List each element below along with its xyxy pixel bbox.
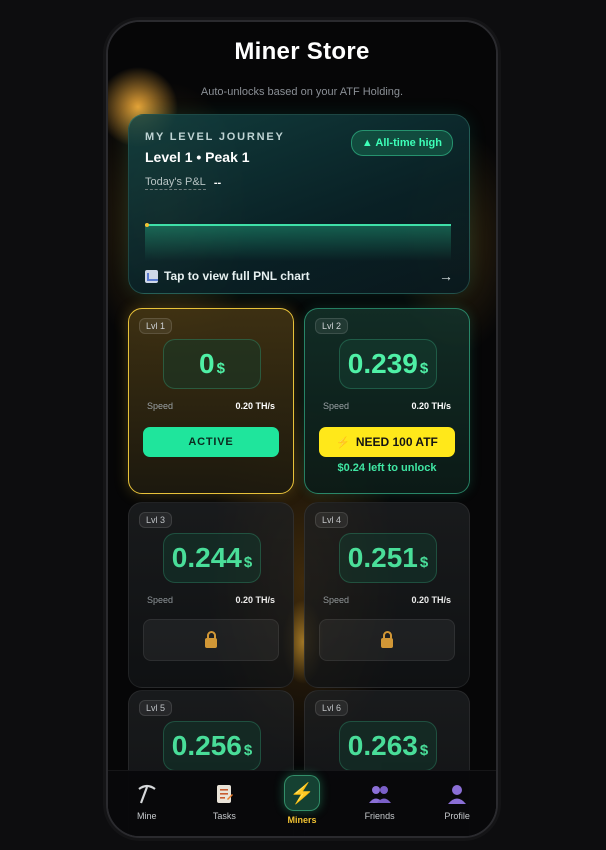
tasks-icon [211,781,237,807]
bolt-icon: ⚡ [283,775,320,811]
speed-row: Speed 0.20 TH/s [147,401,275,411]
currency-symbol: $ [243,554,253,571]
value-number: 0 [199,348,215,379]
miner-card-lvl-3[interactable]: Lvl 3 0.244 $ Speed 0.20 TH/s [128,502,294,688]
lock-icon [205,631,217,648]
arrow-right-icon: → [439,268,453,284]
level-tag: Lvl 4 [315,512,349,528]
miner-card-lvl-1[interactable]: Lvl 1 0 $ Speed 0.20 TH/s ACTIVE [128,308,294,494]
lock-icon [381,631,393,648]
locked-button[interactable] [143,619,279,661]
speed-label: Speed [323,595,350,605]
miner-card-lvl-4[interactable]: Lvl 4 0.251 $ Speed 0.20 TH/s [304,502,470,688]
nav-item-tasks[interactable]: Tasks [194,781,254,821]
page-subtitle: Auto-unlocks based on your ATF Holding. [200,86,404,98]
level-tag: Lvl 3 [139,512,173,528]
level-tag: Lvl 6 [315,700,349,716]
nav-item-friends[interactable]: Friends [350,781,410,821]
need-atf-button[interactable]: ⚡ NEED 100 ATF [319,427,455,457]
pnl-label: Today's P&L [145,176,206,190]
miner-value: 0.263 $ [339,721,437,771]
phone-frame: Miner Store Auto-unlocks based on your A… [106,20,498,838]
currency-symbol: $ [243,742,253,759]
pickaxe-icon [134,781,160,807]
value-number: 0.239 [347,348,418,379]
unlock-remaining-text: $0.24 left to unlock [337,462,437,474]
chart-icon [145,269,158,283]
miner-value: 0 $ [163,339,261,389]
journey-level: Level 1 • Peak 1 [145,149,250,165]
nav-label: Miners [287,815,317,825]
speed-value: 0.20 TH/s [411,595,451,605]
bolt-icon: ⚡ [336,436,350,449]
value-number: 0.251 [347,542,418,573]
miner-value: 0.239 $ [339,339,437,389]
nav-label: Profile [444,811,470,821]
speed-row: Speed 0.20 TH/s [323,401,451,411]
nav-label: Friends [364,811,395,821]
speed-label: Speed [147,595,174,605]
level-journey-card[interactable]: MY LEVEL JOURNEY Level 1 • Peak 1 ▲ All-… [128,114,470,294]
miner-card-lvl-2[interactable]: Lvl 2 0.239 $ Speed 0.20 TH/s ⚡ NEED 100… [304,308,470,494]
speed-row: Speed 0.20 TH/s [323,595,451,605]
speed-value: 0.20 TH/s [411,401,451,411]
value-number: 0.256 [171,730,242,761]
level-tag: Lvl 1 [139,318,173,334]
friends-icon [367,781,393,807]
pnl-value: -- [213,177,222,189]
speed-label: Speed [323,401,350,411]
speed-value: 0.20 TH/s [235,401,275,411]
speed-label: Speed [147,401,174,411]
all-time-high-badge: ▲ All-time high [350,130,453,156]
nav-label: Mine [137,811,157,821]
currency-symbol: $ [419,742,429,759]
level-tag: Lvl 5 [139,700,173,716]
journey-label: MY LEVEL JOURNEY [145,131,285,143]
value-number: 0.263 [347,730,418,761]
speed-value: 0.20 TH/s [235,595,275,605]
miner-value: 0.251 $ [339,533,437,583]
nav-label: Tasks [212,811,236,821]
active-button[interactable]: ACTIVE [143,427,279,457]
view-pnl-chart-link[interactable]: Tap to view full PNL chart → [145,267,453,285]
nav-item-profile[interactable]: Profile [427,781,487,821]
currency-symbol: $ [419,360,429,377]
locked-button[interactable] [319,619,455,661]
nav-item-miners[interactable]: ⚡ Miners [272,775,332,825]
bottom-nav: Mine Tasks ⚡ Miners Friends Profile [108,770,496,836]
pnl-sparkline [145,223,451,261]
nav-item-mine[interactable]: Mine [117,781,177,821]
value-number: 0.244 [171,542,242,573]
page-title: Miner Store [234,38,370,65]
need-atf-label: NEED 100 ATF [355,435,438,449]
view-pnl-label: Tap to view full PNL chart [164,269,310,283]
speed-row: Speed 0.20 TH/s [147,595,275,605]
profile-icon [444,781,470,807]
currency-symbol: $ [419,554,429,571]
miner-value: 0.244 $ [163,533,261,583]
miner-value: 0.256 $ [163,721,261,771]
level-tag: Lvl 2 [315,318,349,334]
currency-symbol: $ [216,360,225,377]
pnl-row: Today's P&L -- [145,176,221,190]
